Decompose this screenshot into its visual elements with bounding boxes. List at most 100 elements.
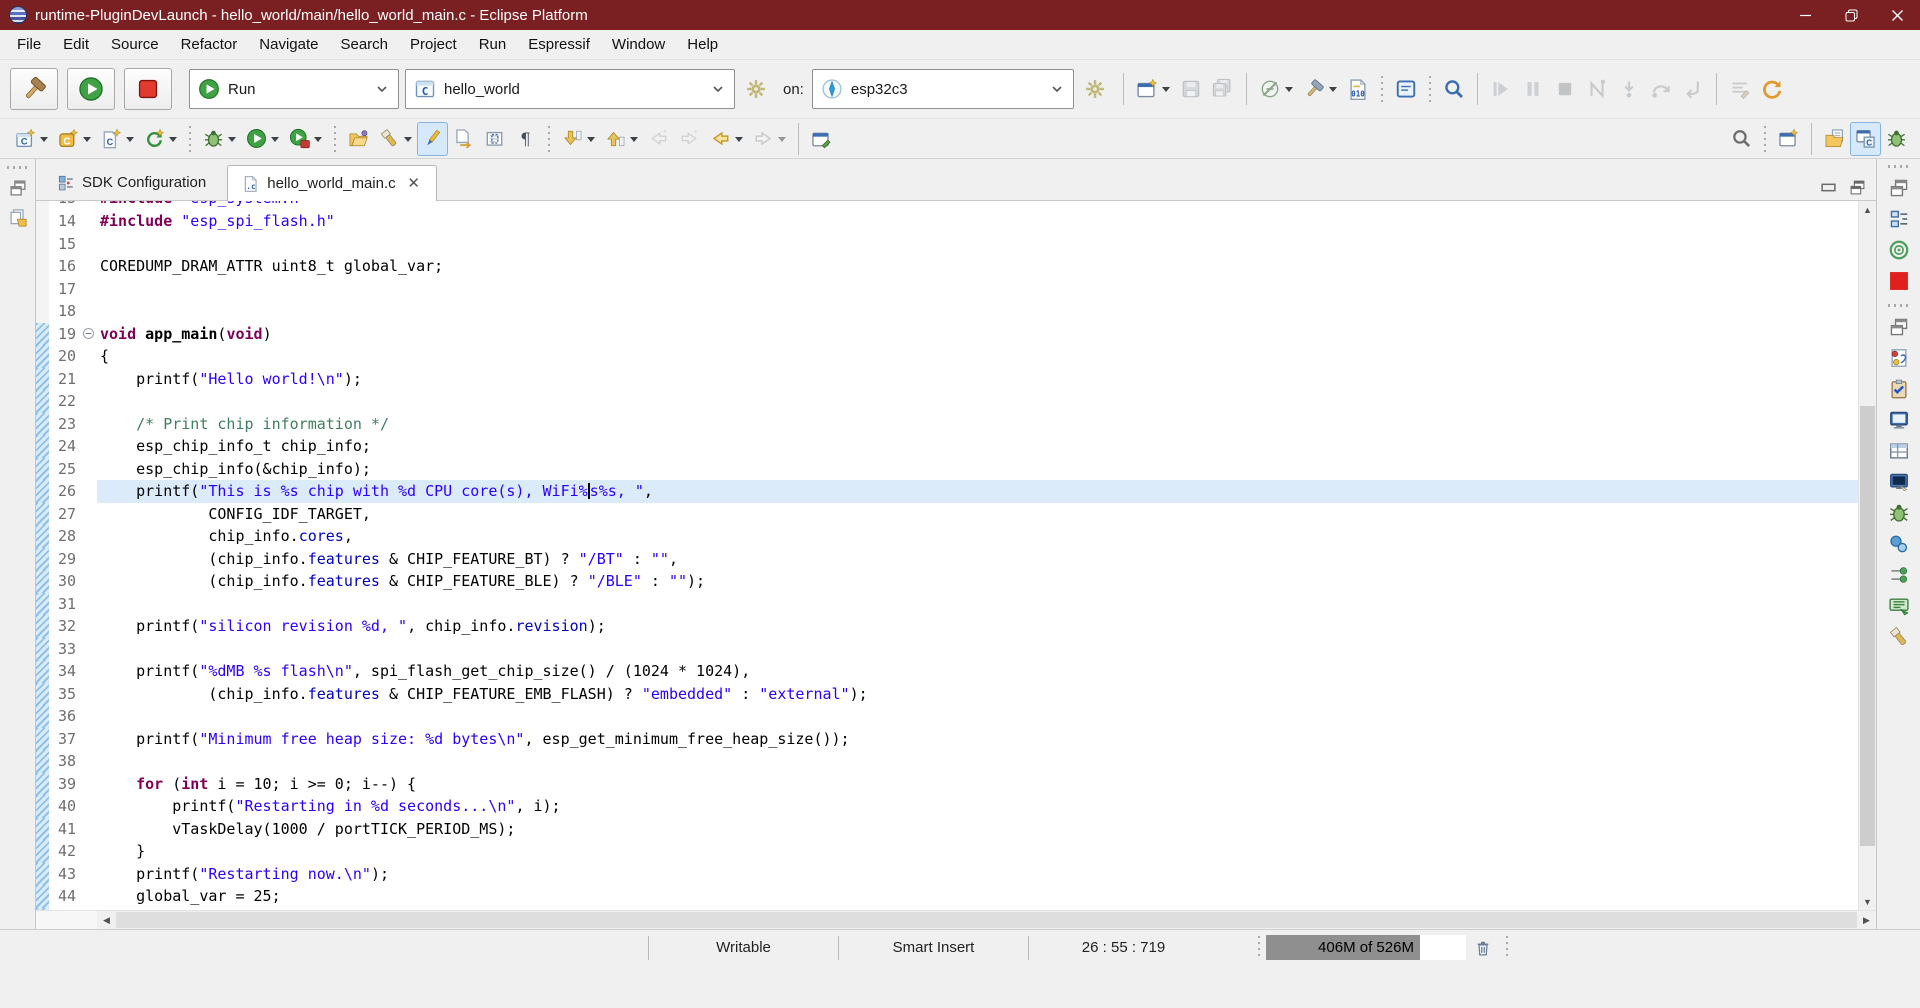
search-flashlight-icon[interactable] (374, 122, 417, 156)
debug-view-icon[interactable] (1884, 497, 1914, 528)
next-annotation-icon[interactable] (557, 122, 600, 156)
debug-icon[interactable] (198, 122, 241, 156)
dropdown-arrow-icon[interactable] (630, 137, 638, 146)
code-text[interactable] (97, 233, 1876, 256)
code-text[interactable]: } (97, 840, 1876, 863)
previous-annotation-icon[interactable] (600, 122, 643, 156)
drag-handle[interactable] (1505, 936, 1509, 960)
terminal-view-icon[interactable] (1884, 466, 1914, 497)
launch-button[interactable] (67, 68, 115, 110)
link-editor-icon[interactable] (448, 122, 479, 156)
code-text[interactable]: CONFIG_IDF_TARGET, (97, 503, 1876, 526)
menu-search[interactable]: Search (329, 32, 399, 57)
problems-view-icon[interactable] (1884, 342, 1914, 373)
dropdown-arrow-icon[interactable] (228, 137, 236, 146)
code-editor[interactable]: 13#include "esp_system.h"14#include "esp… (36, 201, 1876, 910)
scroll-left-icon[interactable]: ◀ (97, 911, 116, 929)
dropdown-arrow-icon[interactable] (587, 137, 595, 146)
code-line-18[interactable]: 18 (36, 300, 1876, 323)
code-line-21[interactable]: 21 printf("Hello world!\n"); (36, 368, 1876, 391)
c-perspective-icon[interactable]: C (1850, 122, 1881, 156)
vertical-scroll-thumb[interactable] (1860, 406, 1875, 846)
code-line-14[interactable]: 14#include "esp_spi_flash.h" (36, 210, 1876, 233)
new-c-folder-icon[interactable]: C (53, 122, 96, 156)
menu-navigate[interactable]: Navigate (248, 32, 329, 57)
code-text[interactable] (97, 705, 1876, 728)
menu-edit[interactable]: Edit (52, 32, 100, 57)
code-text[interactable]: COREDUMP_DRAM_ATTR uint8_t global_var; (97, 255, 1876, 278)
code-text[interactable]: vTaskDelay(1000 / portTICK_PERIOD_MS); (97, 818, 1876, 841)
drag-handle[interactable] (547, 126, 551, 152)
build-button[interactable] (10, 68, 58, 110)
resume-icon[interactable] (1485, 72, 1517, 106)
code-line-36[interactable]: 36 (36, 705, 1876, 728)
code-text[interactable]: printf("silicon revision %d, ", chip_inf… (97, 615, 1876, 638)
horizontal-scrollbar[interactable]: ◀ ▶ (36, 910, 1876, 929)
code-line-25[interactable]: 25 esp_chip_info(&chip_info); (36, 458, 1876, 481)
properties-view-icon[interactable] (1884, 435, 1914, 466)
code-text[interactable]: for (int i = 10; i >= 0; i--) { (97, 773, 1876, 796)
tasks-view-icon[interactable] (1884, 373, 1914, 404)
code-line-35[interactable]: 35 (chip_info.features & CHIP_FEATURE_EM… (36, 683, 1876, 706)
code-text[interactable]: (chip_info.features & CHIP_FEATURE_EMB_F… (97, 683, 1876, 706)
restore-view-icon[interactable] (3, 173, 33, 203)
menu-run[interactable]: Run (468, 32, 518, 57)
dropdown-arrow-icon[interactable] (1285, 87, 1293, 96)
code-text[interactable]: #include "esp_spi_flash.h" (97, 210, 1876, 233)
code-line-17[interactable]: 17 (36, 278, 1876, 301)
dropdown-arrow-icon[interactable] (1329, 87, 1337, 96)
dropdown-arrow-icon[interactable] (1162, 87, 1170, 96)
save-all-icon[interactable] (1207, 72, 1239, 106)
code-text[interactable]: printf("Restarting in %d seconds...\n", … (97, 795, 1876, 818)
launch-target-combo[interactable]: esp32c3 (812, 69, 1074, 109)
back-history-disabled-icon[interactable] (643, 122, 674, 156)
terminate-icon[interactable] (1549, 72, 1581, 106)
show-whitespace-icon[interactable]: ¶ (510, 122, 541, 156)
drag-handle[interactable] (7, 166, 29, 169)
outline-view-icon[interactable] (1884, 203, 1914, 234)
code-line-26[interactable]: 26 printf("This is %s chip with %d CPU c… (36, 480, 1876, 503)
code-text[interactable]: esp_chip_info_t chip_info; (97, 435, 1876, 458)
code-line-31[interactable]: 31 (36, 593, 1876, 616)
code-line-27[interactable]: 27 CONFIG_IDF_TARGET, (36, 503, 1876, 526)
forward-icon[interactable] (748, 122, 791, 156)
drag-handle[interactable] (333, 126, 337, 152)
stop-view-icon[interactable] (1884, 265, 1914, 296)
code-line-43[interactable]: 43 printf("Restarting now.\n"); (36, 863, 1876, 886)
code-text[interactable]: esp_chip_info(&chip_info); (97, 458, 1876, 481)
code-text[interactable]: printf("%dMB %s flash\n", spi_flash_get_… (97, 660, 1876, 683)
menu-source[interactable]: Source (100, 32, 170, 57)
code-text[interactable]: printf("This is %s chip with %d CPU core… (97, 480, 1876, 503)
code-text[interactable]: (chip_info.features & CHIP_FEATURE_BT) ?… (97, 548, 1876, 571)
drag-handle[interactable] (188, 126, 192, 152)
code-line-33[interactable]: 33 (36, 638, 1876, 661)
code-text[interactable]: printf("Minimum free heap size: %d bytes… (97, 728, 1876, 751)
close-tab-icon[interactable]: ✕ (406, 176, 422, 192)
step-return-icon[interactable] (1677, 72, 1709, 106)
drag-handle[interactable] (1380, 76, 1384, 102)
dropdown-arrow-icon[interactable] (169, 137, 177, 146)
stop-launch-button[interactable] (124, 68, 172, 110)
code-line-15[interactable]: 15 (36, 233, 1876, 256)
maximize-editor-icon[interactable] (1849, 179, 1866, 200)
run-icon[interactable] (241, 122, 284, 156)
code-text[interactable]: { (97, 345, 1876, 368)
peripherals-view-icon[interactable] (1884, 559, 1914, 590)
run-garbage-collector-button[interactable] (1466, 934, 1500, 962)
pin-console-icon[interactable] (1724, 72, 1756, 106)
scroll-down-icon[interactable]: ▼ (1859, 893, 1876, 910)
menu-project[interactable]: Project (399, 32, 468, 57)
dropdown-arrow-icon[interactable] (735, 137, 743, 146)
coverage-icon[interactable] (284, 122, 327, 156)
dropdown-arrow-icon[interactable] (126, 137, 134, 146)
menu-window[interactable]: Window (601, 32, 676, 57)
dropdown-arrow-icon[interactable] (314, 137, 322, 146)
code-line-40[interactable]: 40 printf("Restarting in %d seconds...\n… (36, 795, 1876, 818)
new-window-icon[interactable] (1131, 72, 1175, 106)
launch-config-combo[interactable]: C hello_world (405, 69, 735, 109)
menu-espressif[interactable]: Espressif (517, 32, 601, 57)
step-into-icon[interactable] (1613, 72, 1645, 106)
code-line-22[interactable]: 22 (36, 390, 1876, 413)
drag-handle[interactable] (1888, 165, 1910, 168)
drag-handle[interactable] (1428, 76, 1432, 102)
